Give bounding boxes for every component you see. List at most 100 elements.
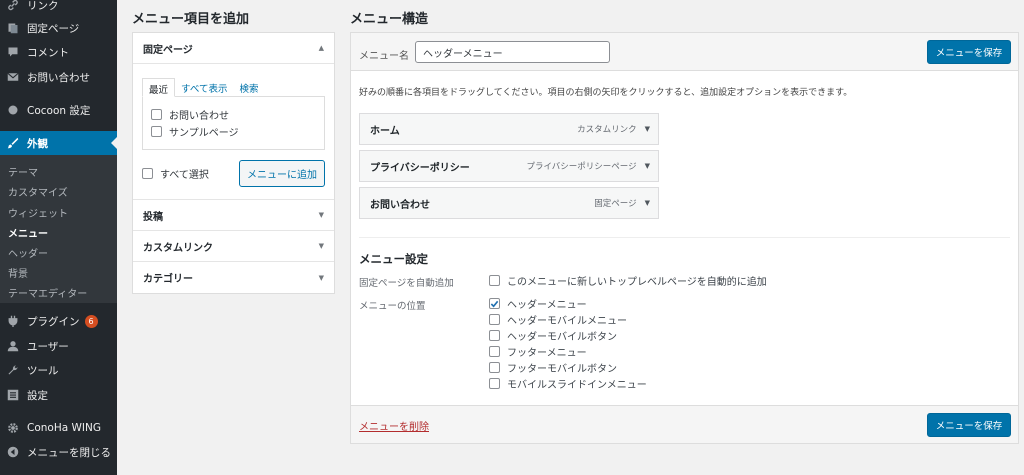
location-label: モバイルスライドインメニュー — [507, 380, 647, 391]
add-to-menu-button[interactable]: メニューに追加 — [239, 160, 325, 187]
categories-section-title: カテゴリー — [143, 274, 193, 285]
sidebar-item-label: ツール — [27, 364, 59, 377]
save-menu-button-top[interactable]: メニューを保存 — [927, 40, 1011, 64]
location-row: ヘッダーモバイルボタン — [489, 328, 617, 343]
location-checkbox[interactable] — [489, 314, 500, 325]
collapse-menu-button[interactable]: メニューを閉じる — [0, 441, 117, 463]
select-all-checkbox[interactable] — [142, 168, 153, 179]
posts-section-header[interactable]: 投稿 ▼ — [133, 200, 334, 231]
sidebar-item-plugins[interactable]: プラグイン 6 — [0, 310, 117, 332]
sidebar-item-label: コメント — [27, 46, 69, 59]
location-row: モバイルスライドインメニュー — [489, 376, 647, 391]
page-icon — [6, 21, 20, 35]
pages-section-header[interactable]: 固定ページ ▲ — [133, 33, 334, 64]
location-row: フッターモバイルボタン — [489, 360, 617, 375]
divider — [359, 237, 1010, 238]
appearance-submenu: テーマ カスタマイズ ウィジェット メニュー ヘッダー 背景 テーマエディター — [0, 155, 117, 303]
collapse-icon — [6, 445, 20, 459]
select-all-label: すべて選択 — [160, 170, 209, 181]
sidebar-item-label: メニューを閉じる — [27, 446, 111, 459]
list-item: サンプルページ — [151, 123, 316, 140]
sidebar-item-comments[interactable]: コメント — [0, 41, 117, 63]
list-item: お問い合わせ — [151, 106, 316, 123]
location-label: フッターメニュー — [507, 348, 587, 359]
menu-item-type: 固定ページ — [594, 199, 637, 209]
sidebar-item-label: ユーザー — [27, 340, 69, 353]
sidebar-item-label: ConoHa WING — [27, 422, 101, 434]
sidebar-item-users[interactable]: ユーザー — [0, 335, 117, 357]
select-all-row: すべて選択 — [142, 165, 209, 182]
pages-tabs: 最近 すべて表示 検索 — [142, 78, 325, 97]
menu-item-meta: プライバシーポリシーページ ▼ — [526, 160, 650, 172]
location-row: ヘッダーメニュー — [489, 296, 587, 311]
location-checkbox[interactable] — [489, 362, 500, 373]
custom-links-section-header[interactable]: カスタムリンク ▼ — [133, 231, 334, 262]
submenu-customize[interactable]: カスタマイズ — [8, 184, 68, 199]
tab-search[interactable]: 検索 — [233, 78, 264, 97]
auto-add-row: このメニューに新しいトップレベルページを自動的に追加 — [489, 273, 767, 288]
sidebar-item-links[interactable]: リンク — [0, 0, 117, 16]
caret-down-icon[interactable]: ▼ — [645, 162, 650, 170]
location-checkbox-checked[interactable] — [489, 298, 500, 309]
pages-section-footer: すべて選択 メニューに追加 — [142, 160, 325, 187]
menu-item-home[interactable]: ホーム カスタムリンク ▼ — [359, 113, 659, 145]
sidebar-item-appearance[interactable]: 外観 — [0, 131, 117, 155]
sidebar-item-conoha[interactable]: ConoHa WING — [0, 417, 117, 439]
checkmark-icon — [490, 300, 499, 307]
auto-add-option-label: このメニューに新しいトップレベルページを自動的に追加 — [507, 277, 767, 288]
sidebar-item-settings[interactable]: 設定 — [0, 384, 117, 406]
pages-section-title: 固定ページ — [143, 44, 193, 56]
sidebar-item-label: 外観 — [27, 137, 48, 150]
menu-item-title: プライバシーポリシー — [370, 162, 470, 174]
menu-location-label: メニューの位置 — [359, 301, 426, 312]
update-count-badge: 6 — [84, 314, 98, 328]
submenu-widgets[interactable]: ウィジェット — [8, 205, 68, 220]
menu-settings-heading: メニュー設定 — [359, 252, 428, 266]
sidebar-item-contact[interactable]: お問い合わせ — [0, 66, 117, 88]
location-row: フッターメニュー — [489, 344, 587, 359]
add-menu-items-accordion: 固定ページ ▲ 最近 すべて表示 検索 お問い合わせ サンプルページ すべて選択… — [132, 32, 335, 294]
location-row: ヘッダーモバイルメニュー — [489, 312, 627, 327]
admin-sidebar: リンク 固定ページ コメント お問い合わせ Cocoon 設定 外観 テーマ カ… — [0, 0, 117, 475]
menu-item-contact[interactable]: お問い合わせ 固定ページ ▼ — [359, 187, 659, 219]
chevron-up-icon: ▲ — [318, 44, 324, 52]
submenu-theme-editor[interactable]: テーマエディター — [8, 285, 87, 300]
chevron-down-icon: ▼ — [318, 273, 324, 282]
sidebar-item-label: プラグイン — [27, 315, 80, 328]
caret-down-icon[interactable]: ▼ — [645, 199, 650, 207]
categories-section-header[interactable]: カテゴリー ▼ — [133, 262, 334, 293]
auto-add-checkbox[interactable] — [489, 275, 500, 286]
sidebar-item-cocoon[interactable]: Cocoon 設定 — [0, 99, 117, 121]
location-checkbox[interactable] — [489, 330, 500, 341]
gear-icon — [6, 421, 20, 435]
submenu-menus[interactable]: メニュー — [8, 225, 48, 240]
location-checkbox[interactable] — [489, 346, 500, 357]
location-checkbox[interactable] — [489, 378, 500, 389]
menu-item-privacy[interactable]: プライバシーポリシー プライバシーポリシーページ ▼ — [359, 150, 659, 182]
page-checkbox[interactable] — [151, 126, 162, 137]
sidebar-item-label: Cocoon 設定 — [27, 104, 91, 117]
tab-recent[interactable]: 最近 — [142, 78, 176, 97]
link-icon — [6, 0, 20, 12]
submenu-themes[interactable]: テーマ — [8, 164, 38, 179]
location-label: ヘッダーモバイルボタン — [507, 332, 617, 343]
comment-icon — [6, 45, 20, 59]
sidebar-item-label: リンク — [27, 0, 59, 12]
sidebar-item-tools[interactable]: ツール — [0, 359, 117, 381]
location-label: ヘッダーモバイルメニュー — [507, 316, 627, 327]
submenu-background[interactable]: 背景 — [8, 265, 28, 280]
save-menu-button-bottom[interactable]: メニューを保存 — [927, 413, 1011, 437]
page-label: サンプルページ — [169, 128, 239, 139]
menu-name-input[interactable]: ヘッダーメニュー — [415, 41, 610, 63]
mail-icon — [6, 70, 20, 84]
sidebar-item-pages[interactable]: 固定ページ — [0, 17, 117, 39]
caret-down-icon[interactable]: ▼ — [645, 125, 650, 133]
wrench-icon — [6, 363, 20, 377]
menu-item-title: お問い合わせ — [370, 199, 430, 211]
page-checkbox[interactable] — [151, 109, 162, 120]
menu-item-type: プライバシーポリシーページ — [526, 162, 637, 172]
delete-menu-link[interactable]: メニューを削除 — [359, 418, 429, 433]
submenu-header[interactable]: ヘッダー — [8, 245, 48, 260]
tab-view-all[interactable]: すべて表示 — [175, 78, 233, 97]
chevron-down-icon: ▼ — [318, 211, 324, 219]
